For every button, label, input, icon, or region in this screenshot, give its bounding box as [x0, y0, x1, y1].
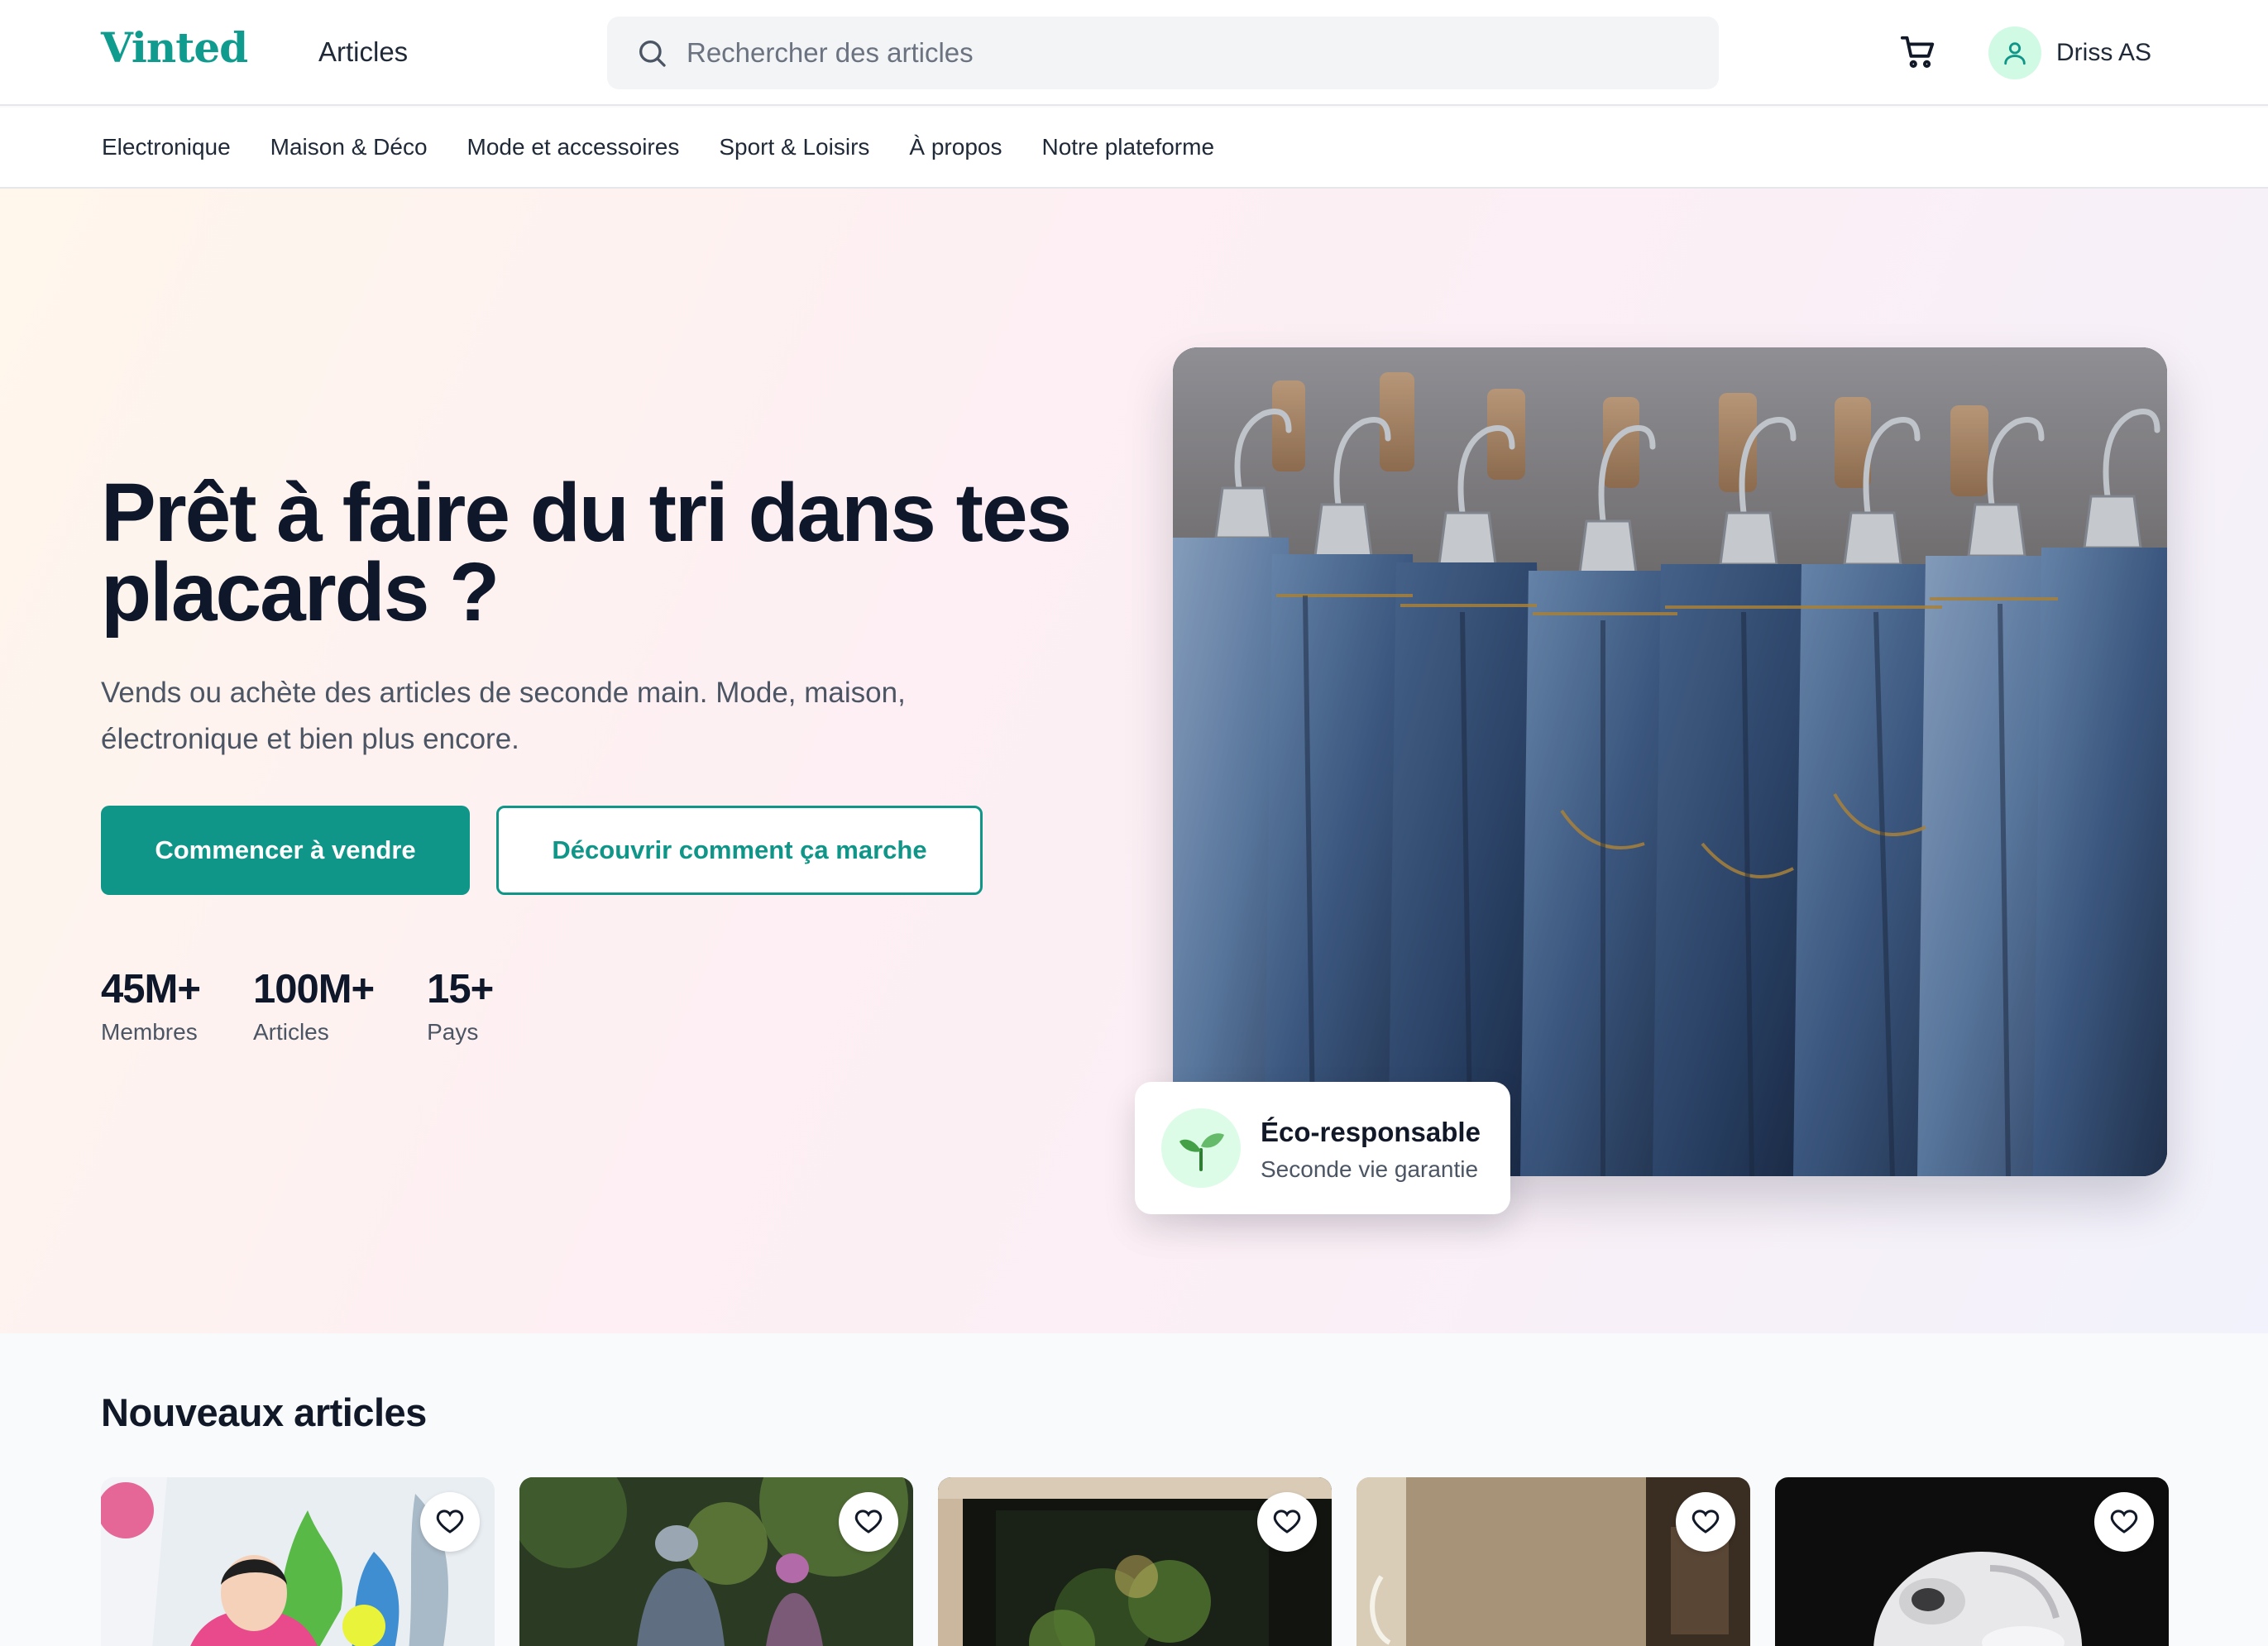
stat-value: 100M+ [252, 967, 375, 1012]
favorite-button[interactable] [1257, 1492, 1317, 1552]
heart-icon [1273, 1510, 1301, 1534]
item-card[interactable] [519, 1477, 913, 1646]
item-card[interactable] [1356, 1477, 1750, 1646]
stat-label: Membres [101, 1019, 198, 1045]
item-card[interactable] [101, 1477, 495, 1646]
heart-icon [436, 1510, 464, 1534]
category-a-propos[interactable]: À propos [909, 134, 1002, 160]
stat-value: 15+ [427, 967, 494, 1012]
heart-icon [1691, 1510, 1720, 1534]
top-header: Vinted Articles Driss AS [0, 0, 2268, 106]
search-icon [639, 41, 666, 67]
hero-jeans-image [1173, 347, 2167, 1176]
heart-icon [2110, 1510, 2138, 1534]
item-card[interactable] [1775, 1477, 2169, 1646]
vinted-logo[interactable]: Vinted [101, 23, 248, 72]
favorite-button[interactable] [1676, 1492, 1735, 1552]
heart-icon [854, 1510, 883, 1534]
start-selling-button[interactable]: Commencer à vendre [101, 806, 470, 895]
stat-articles: 100M+ Articles [252, 966, 375, 1045]
hero-title: Prêt à faire du tri dans tes placards ? [101, 467, 1072, 639]
new-items-title: Nouveaux articles [101, 1390, 427, 1434]
search-bar[interactable] [607, 17, 1719, 89]
category-sport-loisirs[interactable]: Sport & Loisirs [719, 134, 869, 160]
stat-value: 45M+ [101, 967, 201, 1012]
stat-label: Pays [427, 1019, 479, 1045]
user-name: Driss AS [2056, 39, 2152, 66]
favorite-button[interactable] [839, 1492, 898, 1552]
category-mode-accessoires[interactable]: Mode et accessoires [467, 134, 680, 160]
search-input[interactable] [687, 31, 1679, 74]
eco-badge: Éco-responsable Seconde vie garantie [1135, 1082, 1510, 1214]
cart-icon[interactable] [1899, 33, 1937, 71]
hero-section: Prêt à faire du tri dans tes placards ? … [0, 189, 2268, 1333]
eco-title: Éco-responsable [1261, 1117, 1481, 1147]
user-icon [2004, 42, 2026, 65]
item-card[interactable] [938, 1477, 1332, 1646]
articles-link[interactable]: Articles [318, 36, 408, 68]
avatar [1988, 26, 2041, 79]
stat-countries: 15+ Pays [427, 966, 494, 1045]
stat-members: 45M+ Membres [101, 966, 201, 1045]
how-it-works-button[interactable]: Découvrir comment ça marche [496, 806, 983, 895]
category-nav: Electronique Maison & Déco Mode et acces… [0, 108, 2268, 189]
category-electronique[interactable]: Electronique [102, 134, 231, 160]
favorite-button[interactable] [420, 1492, 480, 1552]
hero-subtitle: Vends ou achète des articles de seconde … [101, 677, 906, 755]
seedling-icon [1161, 1108, 1241, 1188]
stat-label: Articles [252, 1019, 329, 1045]
jeans-rack-illustration [1173, 347, 2167, 1176]
category-notre-plateforme[interactable]: Notre plateforme [1041, 134, 1214, 160]
user-menu[interactable]: Driss AS [1988, 25, 2151, 81]
eco-subtitle: Seconde vie garantie [1261, 1156, 1479, 1182]
favorite-button[interactable] [2094, 1492, 2154, 1552]
category-maison-deco[interactable]: Maison & Déco [270, 134, 428, 160]
stats: 45M+ Membres 100M+ Articles 15+ Pays [101, 966, 494, 1045]
